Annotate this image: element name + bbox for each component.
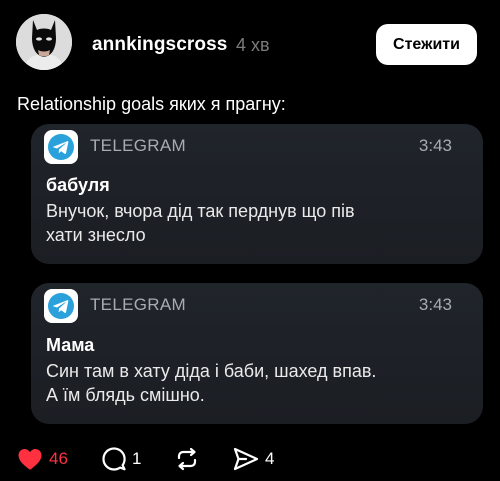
username[interactable]: annkingscross	[92, 34, 227, 56]
notification-message: Син там в хату діда і баби, шахед впав. …	[46, 361, 377, 405]
share-count: 4	[265, 449, 275, 468]
notification-app-name: TELEGRAM	[90, 295, 186, 314]
post-time: 4 хв	[236, 35, 270, 55]
follow-button[interactable]: Стежити	[376, 24, 477, 65]
notification-sender: Мама	[46, 335, 95, 355]
post-actions: 46 1 4	[0, 443, 500, 475]
notification-time: 3:43	[418, 295, 452, 314]
notification-sender: бабуля	[46, 175, 110, 195]
repost-button[interactable]	[174, 443, 200, 475]
like-count: 46	[49, 449, 68, 468]
reply-button[interactable]: 1	[101, 443, 141, 475]
share-icon	[233, 447, 259, 471]
notification-app-name: TELEGRAM	[90, 136, 186, 155]
notification-message: Внучок, вчора дід так перднув що пів хат…	[46, 201, 355, 245]
heart-icon	[18, 449, 42, 470]
like-button[interactable]: 46	[17, 443, 68, 475]
reply-count: 1	[132, 449, 142, 468]
telegram-icon	[44, 289, 78, 323]
batman-mask-icon	[16, 14, 72, 70]
post-caption: Relationship goals яких я прагну:	[17, 94, 286, 114]
thread-post: annkingscross 4 хв Стежити Relationship …	[0, 0, 500, 481]
telegram-icon	[44, 130, 78, 164]
telegram-notification: TELEGRAM 3:43 Мама Син там в хату діда і…	[31, 283, 483, 424]
notification-time: 3:43	[418, 136, 452, 155]
share-button[interactable]: 4	[232, 443, 274, 475]
reply-icon	[102, 447, 126, 471]
repost-icon	[177, 447, 197, 471]
avatar[interactable]	[16, 14, 72, 70]
telegram-notification: TELEGRAM 3:43 бабуля Внучок, вчора дід т…	[31, 124, 483, 264]
